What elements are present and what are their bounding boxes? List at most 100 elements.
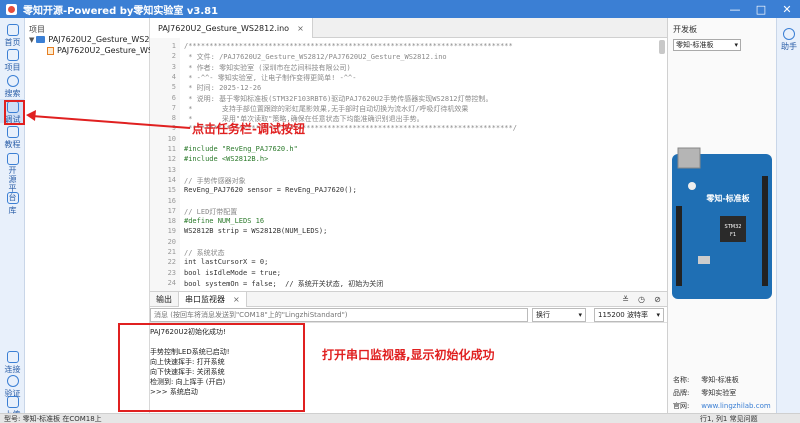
line-number: 19 [167,227,176,236]
code-text: #define NUM_LEDS 16 [184,217,265,226]
line-number: 3 [171,62,176,71]
file-icon [47,46,54,55]
line-number: 16 [167,196,176,205]
right-activity-bar: 助手 [776,18,800,413]
nav-library[interactable]: 库 [0,192,25,216]
nav-tutorial[interactable]: 教程 [0,126,25,150]
code-text: * 时间: 2025-12-26 [184,84,262,93]
code-text: WS2812B strip = WS2812B(NUM_LEDS); [184,227,328,236]
board-site-link[interactable]: www.lingzhilab.com [701,402,770,410]
tab-output-label: 输出 [156,295,172,304]
editor-tab-bar: PAJ7620U2_Gesture_WS2812.ino × [150,18,667,38]
chip-label: STM32 [725,224,742,230]
line-number: 5 [171,83,176,92]
board-brand-row: 品牌: 零知实验室 [673,388,736,398]
nav-search[interactable]: 搜索 [0,75,25,99]
board-title: 零知-标准板 [705,193,750,203]
editor-tab-label: PAJ7620U2_Gesture_WS2812.ino [158,23,290,33]
baud-rate-select[interactable]: 115200 波特率 ▾ [594,308,664,322]
line-number: 2 [171,52,176,61]
chevron-down-icon: ▾ [656,311,660,319]
line-number: 24 [167,278,176,287]
serial-message-input[interactable] [150,308,528,322]
status-board: 型号: 零知-标准板 在COM18上 [4,415,102,423]
serial-hint: 打开串口监视器,显示初始化成功 [322,348,495,362]
board-panel: 开发板 零知-标准板 ▾ STM32 F1 零知-标准板 名称: 零知-标准板 … [667,18,776,413]
autoscroll-icon[interactable]: ≚ [620,294,631,305]
code-text: * -^^- 零知实验室, 让电子制作变得更简单! -^^- [184,73,357,82]
line-number: 22 [167,258,176,267]
open-source-icon [6,153,19,165]
close-tab-icon[interactable]: × [297,24,304,33]
close-window-button[interactable]: ✕ [774,0,800,18]
code-text: * 支持手部位置跟踪的彩虹尾影效果,无手部时自动切换为流水灯/呼吸灯待机效果 [184,104,469,113]
serial-highlight-box [118,323,305,412]
board-image: STM32 F1 零知-标准板 [672,147,772,299]
code-text: * 说明: 基于零知标准板(STM32F103RBT6)驱动PAJ7620U2手… [184,94,493,103]
board-brand-label: 品牌: [673,389,690,397]
nav-project[interactable]: 项目 [0,49,25,73]
nav-home-label: 首页 [4,38,21,47]
board-panel-header: 开发板 [673,25,697,34]
window-title: 零知开源-Powered by零知实验室 v3.81 [23,5,219,17]
nav-search-label: 搜索 [4,89,21,98]
line-number: 7 [171,103,176,112]
chevron-down-icon: ▾ [578,311,582,319]
tree-folder-item[interactable]: ▼ PAJ7620U2_Gesture_WS2812 [29,35,165,44]
line-ending-value: 换行 [536,311,550,319]
title-bar: 零知开源-Powered by零知实验室 v3.81 — □ ✕ [0,0,800,18]
baud-rate-value: 115200 波特率 [598,311,648,319]
board-site-label: 官网: [673,402,690,410]
code-text: /***************************************… [184,42,513,50]
line-ending-select[interactable]: 换行 ▾ [532,308,586,322]
board-name-value: 零知-标准板 [701,376,739,384]
line-number: 17 [167,206,176,215]
debug-hint: 点击任务栏-调试按钮 [192,122,305,136]
line-number: 6 [171,93,176,102]
editor-tab[interactable]: PAJ7620U2_Gesture_WS2812.ino × [150,18,313,38]
line-number: 13 [167,165,176,174]
assistant-button[interactable]: 助手 [777,28,800,52]
line-number: 23 [167,268,176,277]
svg-text:F1: F1 [730,232,736,238]
nav-connect[interactable]: 连接 [0,351,25,375]
nav-tutorial-label: 教程 [4,140,21,149]
nav-home[interactable]: 首页 [0,24,25,48]
code-text: * 文件: /PAJ7620U2_Gesture_WS2812/PAJ7620U… [184,53,447,62]
timestamp-icon[interactable]: ◷ [636,294,647,305]
tab-serial-label: 串口监视器 [185,295,225,304]
chevron-down-icon[interactable]: ▼ [29,36,34,44]
close-serial-icon[interactable]: × [233,295,240,304]
code-text: bool isIdleMode = true; [184,268,281,277]
code-editor[interactable]: 1 /**************************************… [150,38,667,291]
code-text: // LED灯带配置 [184,207,238,216]
assistant-icon [783,28,795,40]
clear-output-icon[interactable]: ⊘ [652,294,663,305]
nav-library-label: 库 [8,206,17,215]
board-name-row: 名称: 零知-标准板 [673,375,739,385]
line-number: 8 [171,114,176,123]
code-text: int lastCursorX = 0; [184,258,269,267]
chevron-down-icon: ▾ [734,41,738,49]
board-site-row: 官网: www.lingzhilab.com [673,401,771,411]
minimize-button[interactable]: — [722,0,748,18]
code-text: bool systemOn = false; // 系统开关状态, 初始为关闭 [184,279,384,288]
maximize-button[interactable]: □ [748,0,774,18]
tab-output[interactable]: 输出 [150,292,178,307]
code-text: #include <WS2812B.h> [184,155,269,164]
nav-connect-label: 连接 [4,365,21,374]
line-number: 9 [171,124,176,133]
library-icon [6,192,19,204]
tab-serial-monitor[interactable]: 串口监视器 × [178,292,247,307]
board-select[interactable]: 零知-标准板 ▾ [673,39,741,51]
panel-tab-bar: 输出 串口监视器 × ≚ ◷ ⊘ [150,291,667,307]
code-text: RevEng_PAJ7620 sensor = RevEng_PAJ7620()… [184,186,357,195]
status-cursor: 行1, 列1 常见问题 [700,415,758,423]
search-icon [6,75,19,87]
line-number: 11 [167,145,176,153]
editor-scrollbar[interactable] [659,40,665,54]
assistant-label: 助手 [781,42,797,51]
debug-highlight-box [4,100,25,125]
code-text: #include "RevEng_PAJ7620.h" [184,145,298,153]
line-number: 18 [167,217,176,226]
